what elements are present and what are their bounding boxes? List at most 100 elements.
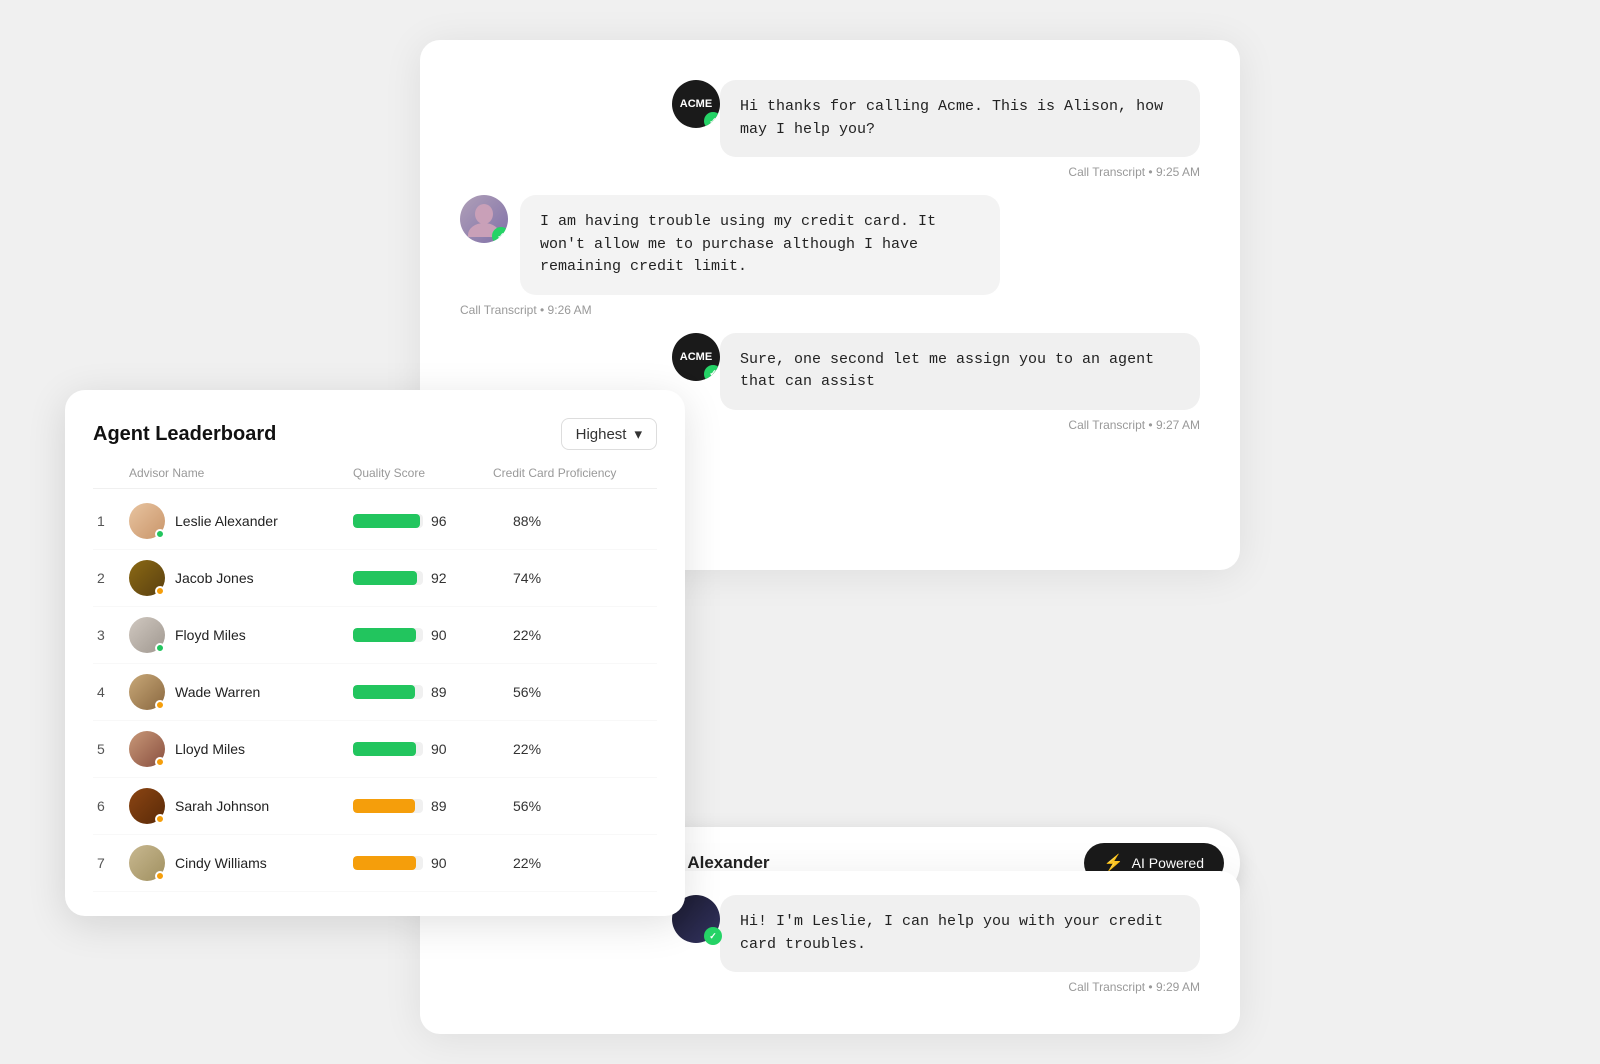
score-bar xyxy=(353,799,415,813)
status-dot xyxy=(155,643,165,653)
agent-name: Leslie Alexander xyxy=(175,513,278,529)
bubble-3: Sure, one second let me assign you to an… xyxy=(720,333,1200,410)
table-row: 6 Sarah Johnson 89 56% xyxy=(93,778,657,835)
table-row: 7 Cindy Williams 90 22% xyxy=(93,835,657,892)
meta-2: Call Transcript • 9:26 AM xyxy=(460,303,1200,317)
proficiency-value: 56% xyxy=(493,798,653,814)
score-bar xyxy=(353,514,420,528)
customer-avatar-1: ✓ xyxy=(460,195,508,243)
highest-label: Highest xyxy=(576,426,627,443)
acme-avatar-1: ACME ✓ xyxy=(672,80,720,128)
ai-powered-label: AI Powered xyxy=(1132,855,1204,871)
score-cell: 90 xyxy=(353,627,493,643)
col-rank xyxy=(97,466,129,480)
agent-cell: Cindy Williams xyxy=(129,845,353,881)
bubble-1: Hi thanks for calling Acme. This is Alis… xyxy=(720,80,1200,157)
score-cell: 89 xyxy=(353,684,493,700)
status-dot xyxy=(155,586,165,596)
score-bar-wrap xyxy=(353,685,423,699)
agent-name: Floyd Miles xyxy=(175,627,246,643)
agent-name: Sarah Johnson xyxy=(175,798,269,814)
score-number: 90 xyxy=(431,741,447,757)
whatsapp-badge-1: ✓ xyxy=(704,112,720,128)
agent-cell: Jacob Jones xyxy=(129,560,353,596)
score-bar-wrap xyxy=(353,856,423,870)
agent-name: Jacob Jones xyxy=(175,570,254,586)
table-row: 1 Leslie Alexander 96 88% xyxy=(93,493,657,550)
score-cell: 90 xyxy=(353,855,493,871)
proficiency-value: 22% xyxy=(493,741,653,757)
agent-cell: Wade Warren xyxy=(129,674,353,710)
highest-filter-dropdown[interactable]: Highest ▾ xyxy=(561,418,657,450)
whatsapp-badge-2: ✓ xyxy=(492,227,508,243)
agent-avatar xyxy=(129,674,165,710)
agent-name: Wade Warren xyxy=(175,684,260,700)
ai-icon: ⚡ xyxy=(1104,853,1124,873)
agent-avatar xyxy=(129,617,165,653)
status-dot xyxy=(155,529,165,539)
score-bar-wrap xyxy=(353,628,423,642)
leaderboard-title: Agent Leaderboard xyxy=(93,423,276,446)
score-bar xyxy=(353,685,415,699)
score-cell: 90 xyxy=(353,741,493,757)
agent-name: Lloyd Miles xyxy=(175,741,245,757)
agent-cell: Sarah Johnson xyxy=(129,788,353,824)
agent-cell: Lloyd Miles xyxy=(129,731,353,767)
agent-avatar xyxy=(129,731,165,767)
status-dot xyxy=(155,700,165,710)
table-row: 5 Lloyd Miles 90 22% xyxy=(93,721,657,778)
table-row: 2 Jacob Jones 92 74% xyxy=(93,550,657,607)
col-name: Advisor Name xyxy=(129,466,353,480)
agent-avatar xyxy=(129,503,165,539)
message-row-1: Hi thanks for calling Acme. This is Alis… xyxy=(460,80,1200,157)
score-number: 92 xyxy=(431,570,447,586)
score-cell: 89 xyxy=(353,798,493,814)
score-cell: 96 xyxy=(353,513,493,529)
leslie-meta: Call Transcript • 9:29 AM xyxy=(460,980,1200,994)
proficiency-value: 74% xyxy=(493,570,653,586)
leaderboard-header: Agent Leaderboard Highest ▾ xyxy=(93,418,657,450)
table-row: 4 Wade Warren 89 56% xyxy=(93,664,657,721)
score-number: 89 xyxy=(431,684,447,700)
status-dot xyxy=(155,814,165,824)
proficiency-value: 22% xyxy=(493,627,653,643)
agent-cell: Floyd Miles xyxy=(129,617,353,653)
leslie-bubble: Hi! I'm Leslie, I can help you with your… xyxy=(720,895,1200,972)
proficiency-value: 22% xyxy=(493,855,653,871)
row-rank: 1 xyxy=(97,513,129,529)
score-number: 96 xyxy=(431,513,447,529)
score-bar xyxy=(353,856,416,870)
score-bar-wrap xyxy=(353,571,423,585)
agent-avatar xyxy=(129,788,165,824)
chevron-down-icon: ▾ xyxy=(634,425,642,443)
score-bar-wrap xyxy=(353,514,423,528)
meta-1: Call Transcript • 9:25 AM xyxy=(460,165,1200,179)
agent-cell: Leslie Alexander xyxy=(129,503,353,539)
bubble-2: I am having trouble using my credit card… xyxy=(520,195,1000,295)
row-rank: 5 xyxy=(97,741,129,757)
row-rank: 4 xyxy=(97,684,129,700)
table-header: Advisor Name Quality Score Credit Card P… xyxy=(93,466,657,489)
status-dot xyxy=(155,757,165,767)
whatsapp-badge-leslie: ✓ xyxy=(704,927,722,945)
agent-avatar xyxy=(129,845,165,881)
row-rank: 2 xyxy=(97,570,129,586)
score-cell: 92 xyxy=(353,570,493,586)
col-proficiency: Credit Card Proficiency xyxy=(493,466,653,480)
proficiency-value: 88% xyxy=(493,513,653,529)
col-quality: Quality Score xyxy=(353,466,493,480)
table-row: 3 Floyd Miles 90 22% xyxy=(93,607,657,664)
score-number: 90 xyxy=(431,855,447,871)
status-dot xyxy=(155,871,165,881)
message-row-2: ✓ I am having trouble using my credit ca… xyxy=(460,195,1200,295)
score-bar xyxy=(353,628,416,642)
leaderboard-panel: Agent Leaderboard Highest ▾ Advisor Name… xyxy=(65,390,685,916)
score-number: 90 xyxy=(431,627,447,643)
whatsapp-badge-3: ✓ xyxy=(704,365,720,381)
score-bar-wrap xyxy=(353,742,423,756)
acme-avatar-2: ACME ✓ xyxy=(672,333,720,381)
row-rank: 7 xyxy=(97,855,129,871)
score-bar xyxy=(353,571,417,585)
row-rank: 3 xyxy=(97,627,129,643)
agent-name: Cindy Williams xyxy=(175,855,267,871)
